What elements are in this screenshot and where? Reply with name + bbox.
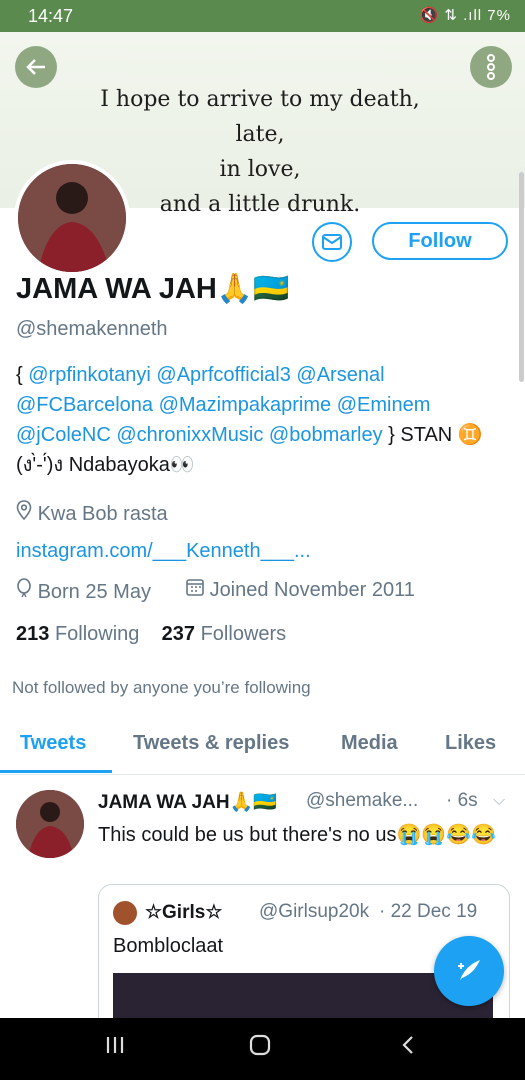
balloon-icon [17, 578, 31, 598]
quoted-avatar [113, 901, 137, 925]
follow-button[interactable]: Follow [372, 222, 508, 260]
tweet-author-handle[interactable]: @shemake... [306, 790, 418, 812]
status-indicators: 🔇 ⇅ .ıll 7% [419, 7, 511, 24]
quote-line: in love, [219, 157, 301, 182]
bio-mention[interactable]: @Eminem [337, 394, 431, 416]
back-button[interactable] [15, 46, 57, 88]
profile-avatar[interactable] [14, 160, 130, 276]
following-link[interactable]: 213 Following [16, 623, 139, 645]
banner-quote: I hope to arrive to my death, late, in l… [80, 82, 440, 222]
bio-mention[interactable]: @bobmarley [269, 424, 383, 446]
quote-line: I hope to arrive to my death, [100, 87, 420, 112]
tweet-timestamp: · 6s [446, 790, 478, 811]
quoted-author-handle: @Girlsup20k [259, 901, 370, 922]
tab-media[interactable]: Media [341, 732, 398, 755]
scrollbar[interactable] [519, 172, 524, 382]
avatar-photo [18, 164, 126, 272]
more-options-button[interactable] [470, 46, 512, 88]
tweet-text: This could be us but there's no us😭😭😂😂 [98, 824, 497, 846]
compose-tweet-button[interactable] [434, 936, 504, 1006]
followers-count: 237 [161, 623, 196, 645]
tab-likes[interactable]: Likes [445, 732, 496, 755]
quote-line: and a little drunk. [159, 192, 361, 217]
bio-mention[interactable]: @rpfinkotanyi [28, 364, 151, 386]
profile-tabs: Tweets Tweets & replies Media Likes [0, 722, 525, 775]
following-count: 213 [16, 623, 50, 645]
profile-location: Kwa Bob rasta [16, 500, 168, 526]
quoted-date: · 22 Dec 19 [379, 901, 478, 922]
location-pin-icon [16, 500, 32, 521]
profile-handle: @shemakenneth [16, 318, 168, 340]
profile-bio: { @rpfinkotanyi @Aprfcofficial3 @Arsenal… [16, 360, 511, 480]
birthday-text: Born 25 May [37, 581, 151, 603]
bio-mention[interactable]: @Arsenal [296, 364, 384, 386]
android-nav-bar [0, 1018, 525, 1080]
bio-mention[interactable]: @Aprfcofficial3 [156, 364, 290, 386]
bio-mention[interactable]: @Mazimpakaprime [159, 394, 332, 416]
tab-tweets-replies[interactable]: Tweets & replies [133, 732, 289, 755]
joined-text: Joined November 2011 [209, 579, 415, 601]
chevron-down-icon[interactable]: ⌵ [493, 792, 505, 810]
profile-link[interactable]: instagram.com/___Kenneth___... [16, 540, 311, 563]
followers-label: Followers [200, 623, 287, 645]
envelope-icon [322, 234, 342, 250]
calendar-icon [186, 579, 204, 596]
clock: 14:47 [28, 6, 74, 26]
not-followed-notice: Not followed by anyone you’re following [12, 678, 311, 697]
compose-feather-icon [458, 960, 480, 980]
quote-line: late, [235, 122, 285, 147]
tab-tweets[interactable]: Tweets [20, 732, 86, 755]
bio-text: { [16, 364, 29, 386]
back-nav-icon[interactable] [398, 1034, 420, 1056]
followers-link[interactable]: 237 Followers [162, 623, 287, 645]
bio-text: } STAN [382, 424, 453, 446]
avatar-photo [16, 790, 84, 858]
quoted-author-name: ☆Girls☆ [145, 902, 223, 923]
message-button[interactable] [312, 222, 352, 262]
profile-name: JAMA WA JAH🙏🇷🇼 [16, 273, 290, 305]
arrow-left-icon [26, 59, 45, 75]
status-bar: 14:47 🔇 ⇅ .ıll 7% [0, 0, 525, 32]
tweet-author-name[interactable]: JAMA WA JAH🙏🇷🇼 [98, 790, 277, 814]
follow-stats: 213 Following 237 Followers [16, 623, 286, 646]
active-tab-indicator [0, 770, 112, 773]
tweet-avatar[interactable] [16, 790, 84, 858]
bio-mention[interactable]: @jColeNC [16, 424, 111, 446]
location-text: Kwa Bob rasta [37, 503, 168, 525]
quoted-text: Bombloclaat [113, 935, 224, 957]
more-vertical-icon [487, 54, 495, 80]
profile-joined: Joined November 2011 [186, 578, 415, 602]
profile-birthday: Born 25 May [16, 578, 151, 604]
bio-mention[interactable]: @chronixxMusic [116, 424, 263, 446]
bio-mention[interactable]: @FCBarcelona [16, 394, 153, 416]
home-icon[interactable] [249, 1034, 271, 1056]
recent-apps-icon[interactable] [104, 1034, 126, 1056]
following-label: Following [54, 623, 140, 645]
